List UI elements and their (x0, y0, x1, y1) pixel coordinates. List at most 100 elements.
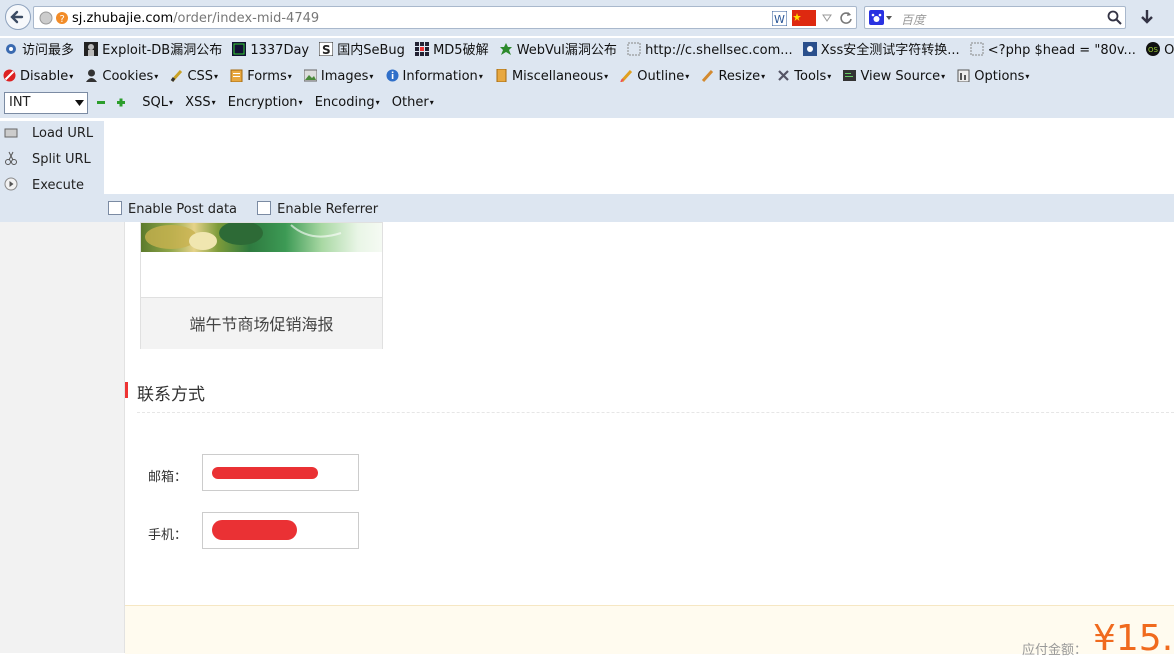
webdev-outline-menu[interactable]: Outline▾ (620, 64, 689, 90)
back-arrow-icon (10, 10, 24, 24)
webvul-icon (499, 43, 512, 55)
hackbar-encoding-menu[interactable]: Encoding▾ (315, 90, 380, 116)
china-flag-icon[interactable] (792, 10, 816, 26)
os-icon: OS (1146, 42, 1161, 56)
decrease-icon[interactable] (96, 97, 106, 107)
options-icon (957, 69, 970, 82)
webdev-resize-menu[interactable]: Resize▾ (701, 64, 765, 90)
increase-icon[interactable] (116, 97, 126, 107)
url-field[interactable]: ? sj.zhubajie.com/order/index-mid-4749 W (33, 6, 857, 29)
hackbar-sql-menu[interactable]: SQL▾ (142, 90, 173, 116)
bookmark-label: http://c.shellsec.com... (645, 43, 793, 58)
int-select-value: INT (9, 95, 31, 110)
enable-post-label: Enable Post data (128, 202, 238, 217)
enable-referrer-checkbox[interactable]: Enable Referrer (257, 201, 378, 217)
css-icon (171, 69, 183, 82)
resize-icon (702, 69, 714, 82)
enable-post-checkbox[interactable]: Enable Post data (108, 201, 238, 217)
webdev-cookies-menu[interactable]: Cookies▾ (85, 64, 158, 90)
baidu-icon (869, 10, 892, 25)
svg-text:S: S (322, 43, 331, 56)
menu-label: Disable (20, 69, 69, 84)
1337day-icon (232, 42, 247, 56)
product-card[interactable]: 端午节商场促销海报 (140, 221, 383, 349)
url-host: sj.zhubajie.com (72, 11, 174, 26)
menu-label: View Source (860, 69, 941, 84)
search-icon[interactable] (1107, 10, 1122, 25)
email-label: 邮箱： (148, 470, 188, 485)
hackbar-xss-menu[interactable]: XSS▾ (185, 90, 215, 116)
page-left-gutter (0, 222, 125, 653)
sebug-icon: S (319, 42, 334, 56)
section-title: 联系方式 (137, 385, 205, 405)
svg-text:OS: OS (1148, 46, 1159, 54)
webdev-disable-menu[interactable]: Disable▾ (3, 64, 73, 90)
bookmarks-toolbar: 访问最多 Exploit-DB漏洞公布 1337Day S 国内SeBug MD5… (0, 38, 1174, 64)
email-field[interactable] (202, 454, 359, 491)
search-field[interactable]: 百度 (864, 6, 1126, 29)
execute-button[interactable]: Execute (0, 173, 100, 199)
bookmark-label: Xss安全测试字符转换... (820, 43, 960, 58)
cookies-icon (86, 69, 98, 82)
svg-text:?: ? (60, 14, 65, 25)
bookmark-item[interactable]: OS Objectif Sécurité - (1146, 38, 1174, 64)
bookmark-item[interactable]: Xss安全测试字符转换... (802, 38, 960, 64)
hackbar-other-menu[interactable]: Other▾ (392, 90, 434, 116)
play-icon (4, 177, 18, 191)
bookmark-item[interactable]: 1337Day (232, 38, 309, 64)
split-url-button[interactable]: Split URL (0, 147, 100, 173)
webdev-options-menu[interactable]: Options▾ (957, 64, 1029, 90)
images-icon (303, 69, 317, 82)
bookmark-label: 访问最多 (22, 43, 75, 58)
hackbar-options: Enable Post data Enable Referrer (108, 201, 378, 217)
web-developer-toolbar: Disable▾ Cookies▾ CSS▾ Forms▾ Images▾ In… (0, 64, 1174, 90)
search-placeholder: 百度 (901, 13, 926, 27)
bookmark-item[interactable]: S 国内SeBug (319, 38, 405, 64)
menu-label: Resize (718, 69, 761, 84)
download-icon[interactable] (1138, 9, 1156, 27)
back-button[interactable] (5, 4, 31, 30)
site-identity-icon[interactable]: ? (55, 11, 69, 25)
bookmark-item[interactable]: 访问最多 (4, 38, 74, 64)
reload-icon[interactable] (838, 10, 854, 26)
page-icon (627, 42, 641, 56)
section-accent-bar (125, 382, 128, 398)
pay-label: 应付金额： (1022, 643, 1088, 658)
hackbar-url-textarea[interactable] (104, 121, 1174, 194)
menu-label: Other (391, 95, 429, 110)
webdev-css-menu[interactable]: CSS▾ (170, 64, 218, 90)
navigation-toolbar: ? sj.zhubajie.com/order/index-mid-4749 W… (0, 0, 1174, 36)
webdev-forms-menu[interactable]: Forms▾ (230, 64, 292, 90)
phone-field[interactable] (202, 512, 359, 549)
hackbar-menu: SQL▾ XSS▾ Encryption▾ Encoding▾ Other▾ (96, 90, 442, 116)
dropdown-icon[interactable] (822, 13, 832, 23)
bookmark-item[interactable]: <?php $head = "80v... (970, 38, 1136, 64)
webdev-images-menu[interactable]: Images▾ (303, 64, 373, 90)
int-select[interactable]: INT (4, 92, 88, 114)
phone-label: 手机： (148, 528, 188, 543)
bookmark-label: <?php $head = "80v... (987, 43, 1136, 58)
bookmark-label: Objectif Sécurité - (1164, 43, 1174, 58)
forms-icon (230, 69, 243, 82)
bookmark-item[interactable]: http://c.shellsec.com... (627, 38, 793, 64)
bookmark-label: WebVul漏洞公布 (516, 43, 617, 58)
bookmark-item[interactable]: MD5破解 (415, 38, 489, 64)
menu-label: Cookies (102, 69, 154, 84)
webdev-miscellaneous-menu[interactable]: Miscellaneous▾ (495, 64, 608, 90)
menu-label: Information (402, 69, 478, 84)
tools-icon (778, 70, 790, 81)
bookmark-item[interactable]: WebVul漏洞公布 (499, 38, 617, 64)
webdev-view-source-menu[interactable]: View Source▾ (843, 64, 945, 90)
exploit-db-icon (84, 42, 99, 56)
hackbar-encryption-menu[interactable]: Encryption▾ (228, 90, 303, 116)
globe-icon (39, 11, 53, 25)
menu-label: Tools (794, 69, 827, 84)
bookmark-item[interactable]: Exploit-DB漏洞公布 (84, 38, 222, 64)
redaction-mark (212, 520, 297, 540)
load-url-button[interactable]: Load URL (0, 121, 100, 147)
webdev-tools-menu[interactable]: Tools▾ (777, 64, 831, 90)
url-text: sj.zhubajie.com/order/index-mid-4749 (72, 11, 319, 26)
webdev-information-menu[interactable]: Information▾ (386, 64, 483, 90)
card-label: 端午节商场促销海报 (189, 315, 334, 334)
word-icon[interactable]: W (772, 11, 787, 26)
